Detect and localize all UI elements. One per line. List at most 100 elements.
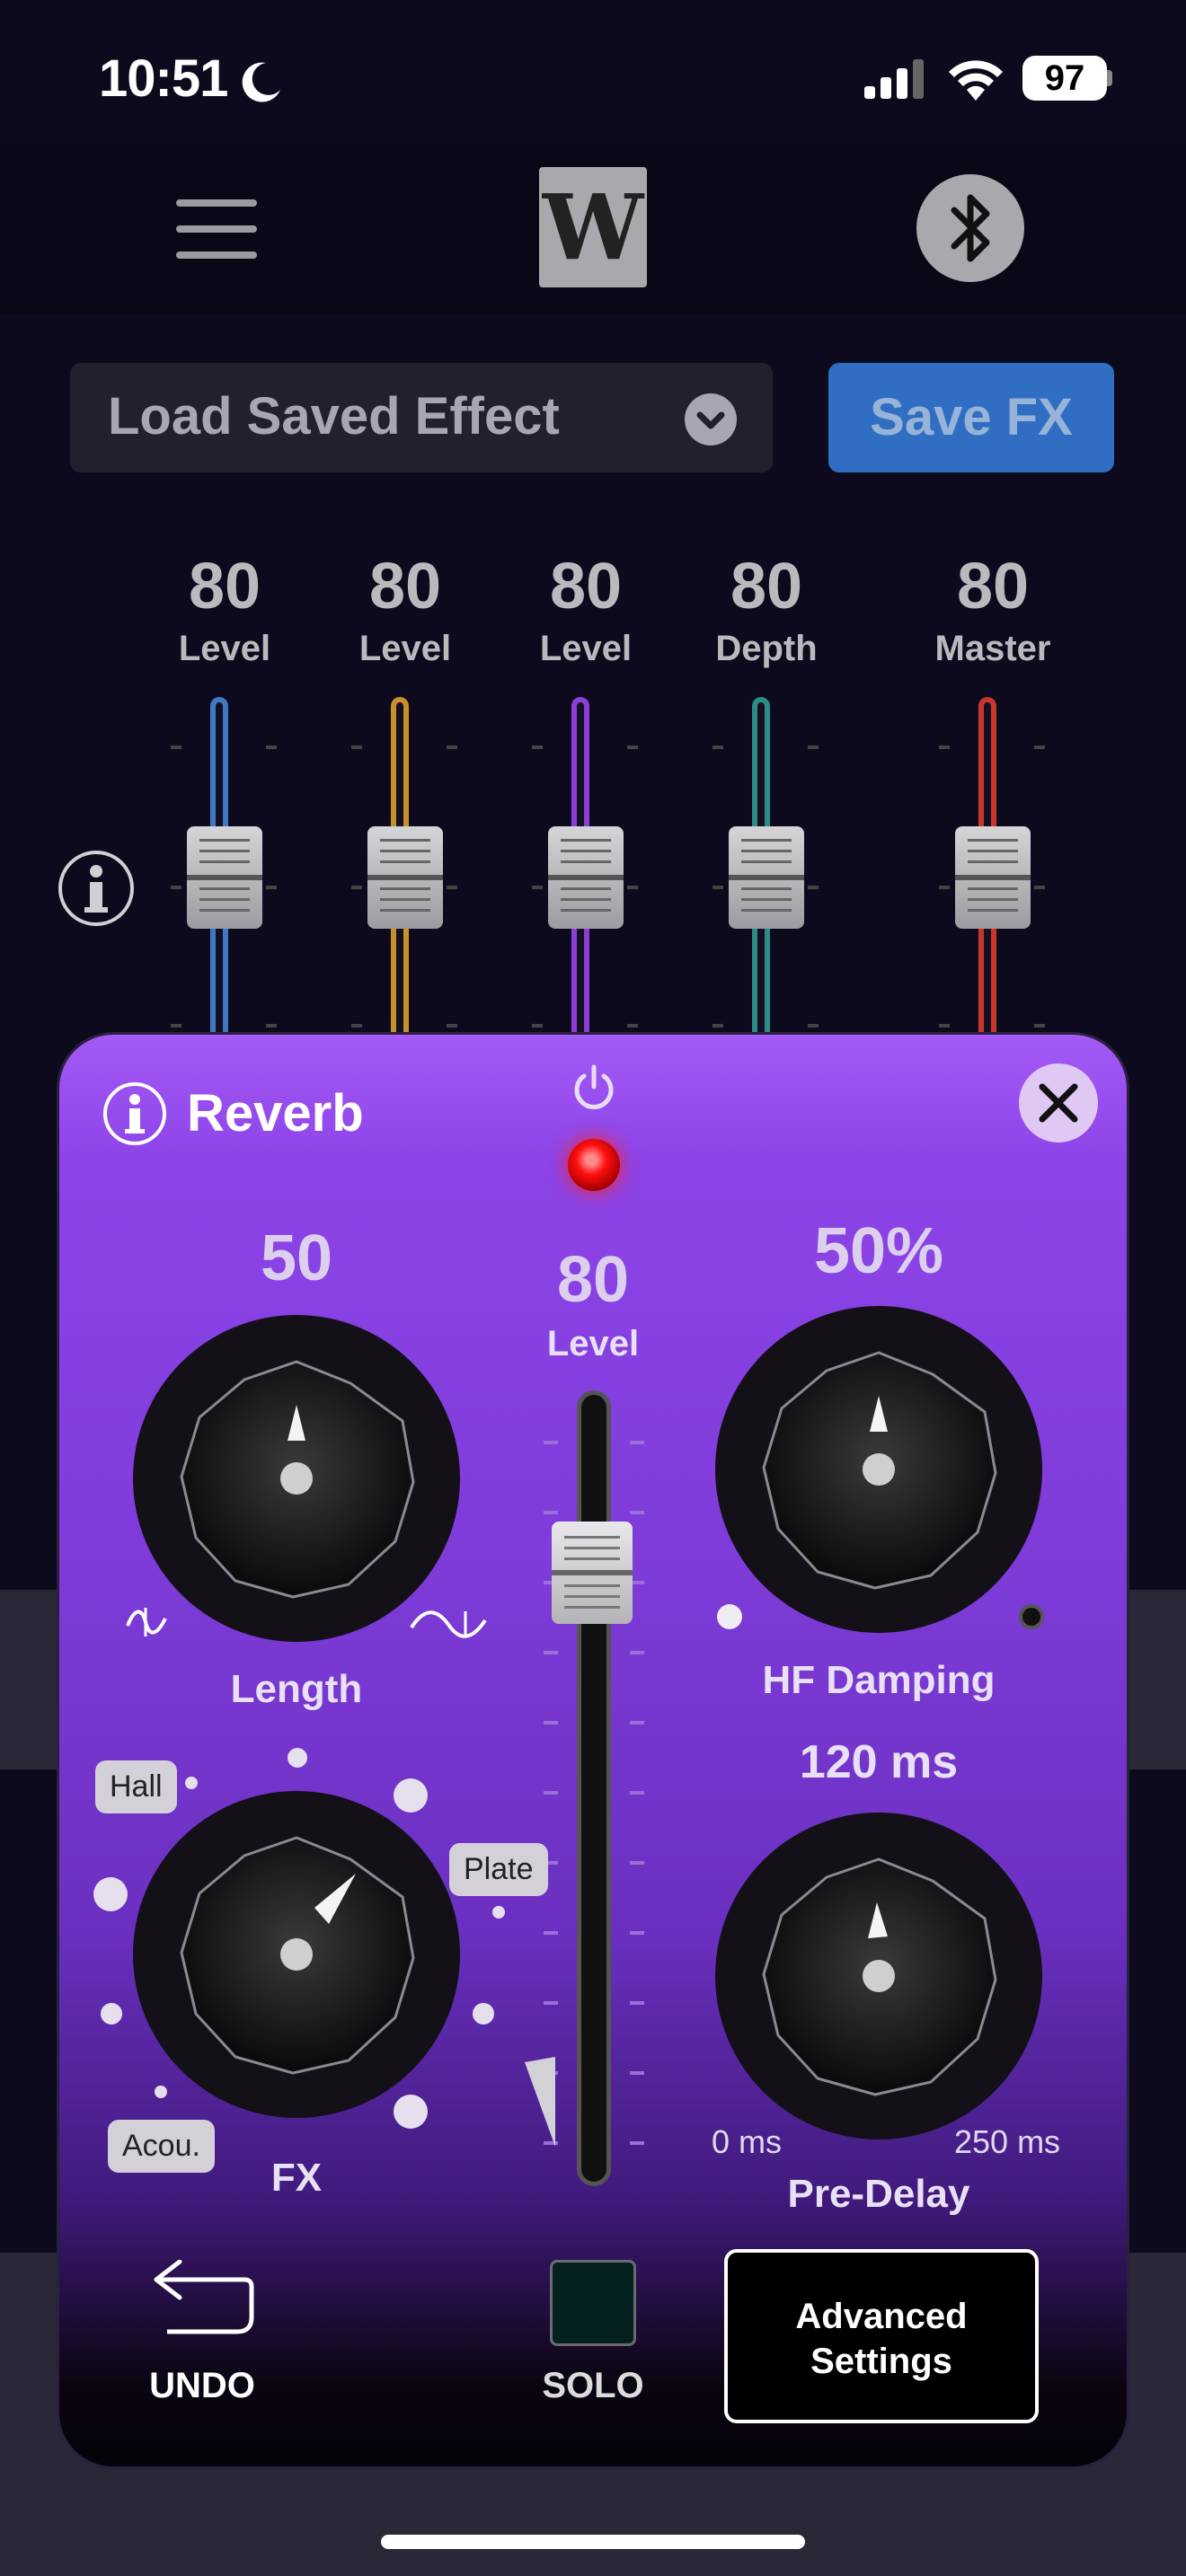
hf-damping-knob[interactable]	[715, 1306, 1042, 1633]
undo-icon[interactable]	[149, 2260, 255, 2339]
pre-delay-max-label: 250 ms	[954, 2123, 1061, 2160]
bluetooth-button[interactable]	[916, 174, 1024, 282]
long-wave-icon	[410, 1610, 487, 1638]
power-led	[568, 1139, 620, 1191]
level-tick	[544, 1931, 558, 1935]
reverb-info-icon[interactable]	[102, 1081, 167, 1146]
knob-face	[180, 1836, 415, 2075]
fader-tick	[266, 1024, 277, 1028]
close-button[interactable]	[1019, 1063, 1098, 1142]
power-icon[interactable]	[570, 1063, 618, 1112]
fx-knob[interactable]	[133, 1791, 460, 2118]
wifi-icon	[949, 60, 1003, 101]
fader-tick	[351, 745, 362, 749]
fader-tick	[171, 745, 181, 749]
channel-3-fader[interactable]	[548, 826, 624, 929]
close-icon	[1039, 1083, 1078, 1123]
level-tick	[544, 1441, 558, 1444]
level-tick	[630, 1721, 644, 1725]
advanced-settings-line-1: Advanced	[795, 2297, 968, 2336]
hamburger-menu-icon[interactable]	[176, 198, 257, 260]
reverb-level-track	[577, 1390, 611, 2186]
length-label: Length	[230, 1667, 363, 1711]
fader-tick	[808, 886, 819, 889]
pre-delay-min-label: 0 ms	[712, 2123, 783, 2160]
fader-tick	[447, 1024, 457, 1028]
fx-dot	[394, 1778, 428, 1813]
moon-icon	[242, 62, 280, 102]
fader-tick	[171, 886, 181, 889]
level-tick	[630, 2071, 644, 2075]
channel-3-label: Level	[539, 629, 633, 668]
level-tick	[630, 1861, 644, 1865]
hf-max-dot	[1019, 1604, 1044, 1629]
battery-cap	[1107, 70, 1112, 86]
hf-damping-value: 50%	[813, 1215, 944, 1287]
channel-3-value: 80	[549, 551, 623, 622]
undo-label[interactable]: UNDO	[117, 2366, 288, 2406]
fx-dot	[394, 2095, 428, 2129]
fader-tick	[808, 1024, 819, 1028]
fader-tick	[712, 1024, 723, 1028]
smooth-wave-icon	[126, 1608, 167, 1636]
level-tick	[544, 1721, 558, 1725]
fx-dot	[492, 1906, 505, 1919]
channel-1-label: Level	[178, 629, 271, 668]
app-logo: W	[539, 167, 647, 287]
fx-dot	[101, 2003, 122, 2025]
pre-delay-knob[interactable]	[715, 1813, 1042, 2139]
level-tick	[630, 2001, 644, 2005]
fx-dot	[93, 1877, 128, 1911]
fader-tick	[712, 886, 723, 889]
level-tick	[544, 2001, 558, 2005]
cellular-signal-icon	[864, 59, 924, 99]
level-tick	[630, 1791, 644, 1795]
fader-tick	[171, 1024, 181, 1028]
channel-1-fader[interactable]	[187, 826, 262, 929]
fader-tick	[1034, 1024, 1045, 1028]
level-tick	[544, 1651, 558, 1654]
solo-toggle[interactable]	[550, 2260, 636, 2346]
level-tick	[544, 1511, 558, 1514]
fx-option-hall[interactable]: Hall	[95, 1760, 177, 1813]
length-knob[interactable]	[133, 1315, 460, 1642]
channel-2-fader[interactable]	[367, 826, 443, 929]
fader-tick	[1034, 745, 1045, 749]
pre-delay-value: 120 ms	[799, 1736, 959, 1788]
advanced-settings-line-2: Settings	[810, 2342, 952, 2381]
reverb-level-fader[interactable]	[552, 1522, 633, 1624]
fader-tick	[447, 886, 457, 889]
fader-tick	[1034, 886, 1045, 889]
fader-tick	[939, 745, 950, 749]
fader-tick	[712, 745, 723, 749]
channel-2-value: 80	[368, 551, 442, 622]
fader-tick	[627, 745, 638, 749]
master-fader[interactable]	[955, 826, 1031, 929]
save-fx-button[interactable]: Save FX	[828, 363, 1114, 472]
master-value: 80	[956, 551, 1030, 622]
fx-dot	[288, 1748, 307, 1768]
fader-tick	[447, 745, 457, 749]
status-time: 10:51	[99, 49, 228, 108]
level-ramp-icon	[525, 2057, 555, 2147]
hf-min-dot	[717, 1604, 742, 1629]
fader-tick	[939, 1024, 950, 1028]
master-label: Master	[934, 629, 1051, 668]
level-tick	[630, 1511, 644, 1514]
advanced-settings-button[interactable]: Advanced Settings	[724, 2249, 1039, 2423]
info-icon[interactable]	[58, 850, 135, 927]
fx-dot	[155, 2086, 167, 2098]
chevron-down-icon	[685, 393, 737, 446]
bluetooth-icon	[951, 194, 990, 262]
fx-label: FX	[270, 2156, 323, 2200]
fader-tick	[532, 886, 543, 889]
fx-option-plate[interactable]: Plate	[449, 1843, 548, 1896]
channel-4-fader[interactable]	[729, 826, 804, 929]
solo-label: SOLO	[542, 2366, 644, 2405]
fader-tick	[808, 745, 819, 749]
knob-face	[762, 1351, 997, 1590]
fader-tick	[532, 1024, 543, 1028]
fader-tick	[266, 745, 277, 749]
level-tick	[630, 1441, 644, 1444]
fader-tick	[266, 886, 277, 889]
